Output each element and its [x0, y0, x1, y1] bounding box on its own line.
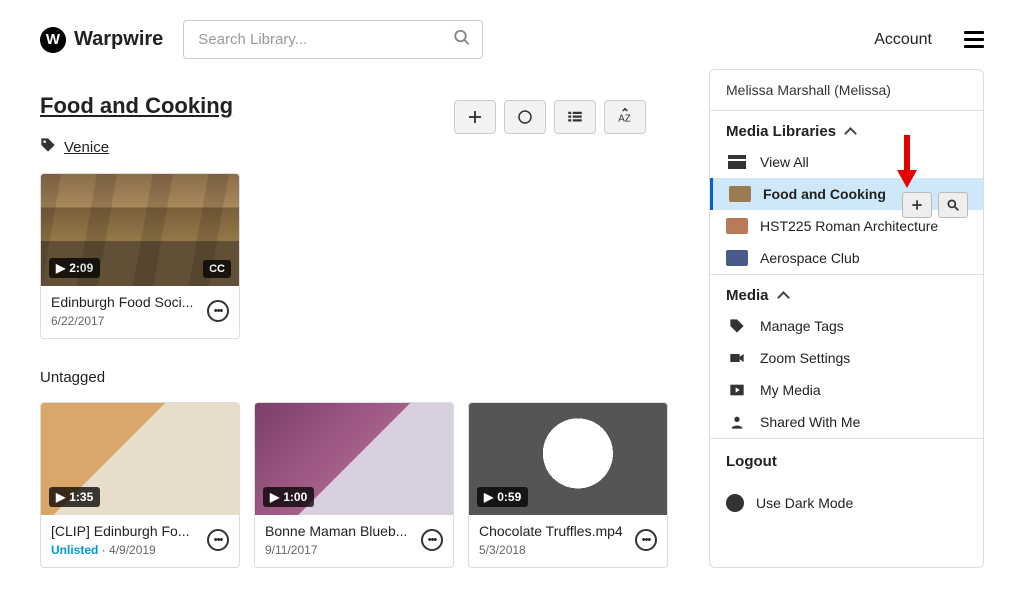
user-name: Melissa Marshall (Melissa) [726, 82, 967, 98]
more-icon[interactable]: ••• [207, 300, 229, 322]
cc-badge: CC [203, 260, 231, 278]
sidebar-my-media[interactable]: My Media [710, 374, 983, 406]
sidebar-item-label: Shared With Me [760, 414, 860, 430]
card-date: 4/9/2019 [109, 543, 156, 557]
record-button[interactable] [504, 100, 546, 134]
search-icon[interactable] [453, 28, 471, 51]
card-title: Edinburgh Food Soci... [51, 294, 201, 310]
duration-badge: ▶ 1:35 [49, 487, 100, 507]
sidebar-zoom-settings[interactable]: Zoom Settings [710, 342, 983, 374]
card-title: [CLIP] Edinburgh Fo... [51, 523, 201, 539]
card-date: 6/22/2017 [51, 314, 201, 328]
duration-badge: ▶ 2:09 [49, 258, 100, 278]
sidebar-item-label: Manage Tags [760, 318, 844, 334]
brand-logo[interactable]: W Warpwire [40, 27, 163, 53]
search-libraries-button[interactable] [938, 192, 968, 218]
thumbnail: ▶ 2:09 CC [41, 174, 239, 286]
chevron-up-icon [775, 287, 788, 304]
add-library-button[interactable] [902, 192, 932, 218]
media-heading[interactable]: Media [710, 275, 983, 310]
sidebar-item-label: Aerospace Club [760, 250, 860, 266]
video-icon [726, 350, 748, 366]
library-thumb-icon [729, 186, 751, 202]
media-card[interactable]: ▶ 2:09 CC Edinburgh Food Soci... 6/22/20… [40, 173, 240, 339]
media-libraries-heading[interactable]: Media Libraries [710, 111, 983, 146]
library-thumb-icon [726, 250, 748, 266]
thumbnail: ▶ 0:59 [469, 403, 667, 515]
thumbnail: ▶ 1:35 [41, 403, 239, 515]
list-view-button[interactable] [554, 100, 596, 134]
tag-icon [726, 318, 748, 334]
sidebar-shared-with-me[interactable]: Shared With Me [710, 406, 983, 438]
add-button[interactable] [454, 100, 496, 134]
tag-icon [40, 137, 56, 157]
media-card[interactable]: ▶ 1:35 [CLIP] Edinburgh Fo... Unlisted ·… [40, 402, 240, 568]
search-input[interactable] [183, 20, 483, 59]
brand-name: Warpwire [74, 28, 163, 51]
sidebar-item-label: Food and Cooking [763, 186, 886, 202]
sidebar-manage-tags[interactable]: Manage Tags [710, 310, 983, 342]
sidebar-item-label: Zoom Settings [760, 350, 850, 366]
card-title: Chocolate Truffles.mp4 [479, 523, 629, 539]
annotation-arrow [892, 130, 922, 195]
more-icon[interactable]: ••• [635, 529, 657, 551]
chevron-up-icon [842, 123, 855, 140]
status-badge: Unlisted [51, 543, 98, 557]
sort-button[interactable]: AZ [604, 100, 646, 134]
play-icon [726, 382, 748, 398]
sidebar-view-all[interactable]: View All [710, 146, 983, 178]
dark-mode-toggle[interactable]: Use Dark Mode [710, 484, 983, 528]
duration-badge: ▶ 1:00 [263, 487, 314, 507]
sidebar-item-label: View All [760, 154, 809, 170]
account-link[interactable]: Account [874, 31, 932, 49]
sidebar-item-label: HST225 Roman Architecture [760, 218, 938, 234]
menu-icon[interactable] [964, 31, 984, 48]
duration-badge: ▶ 0:59 [477, 487, 528, 507]
logo-mark: W [40, 27, 66, 53]
card-date: 9/11/2017 [265, 543, 415, 557]
sidebar-item-label: My Media [760, 382, 821, 398]
media-card[interactable]: ▶ 1:00 Bonne Maman Blueb... 9/11/2017 ••… [254, 402, 454, 568]
sidebar-item-label: Use Dark Mode [756, 495, 853, 511]
sidebar: Melissa Marshall (Melissa) Media Librari… [709, 69, 984, 568]
sidebar-library-aerospace-club[interactable]: Aerospace Club [710, 242, 983, 274]
svg-text:AZ: AZ [618, 114, 631, 125]
card-title: Bonne Maman Blueb... [265, 523, 415, 539]
more-icon[interactable]: ••• [421, 529, 443, 551]
stack-icon [726, 154, 748, 170]
logout-link[interactable]: Logout [710, 439, 983, 484]
dark-mode-icon [726, 494, 744, 512]
library-thumb-icon [726, 218, 748, 234]
more-icon[interactable]: ••• [207, 529, 229, 551]
untagged-heading: Untagged [40, 369, 679, 386]
media-card[interactable]: ▶ 0:59 Chocolate Truffles.mp4 5/3/2018 •… [468, 402, 668, 568]
tag-link-venice[interactable]: Venice [64, 139, 109, 156]
card-date: 5/3/2018 [479, 543, 629, 557]
thumbnail: ▶ 1:00 [255, 403, 453, 515]
person-icon [726, 414, 748, 430]
